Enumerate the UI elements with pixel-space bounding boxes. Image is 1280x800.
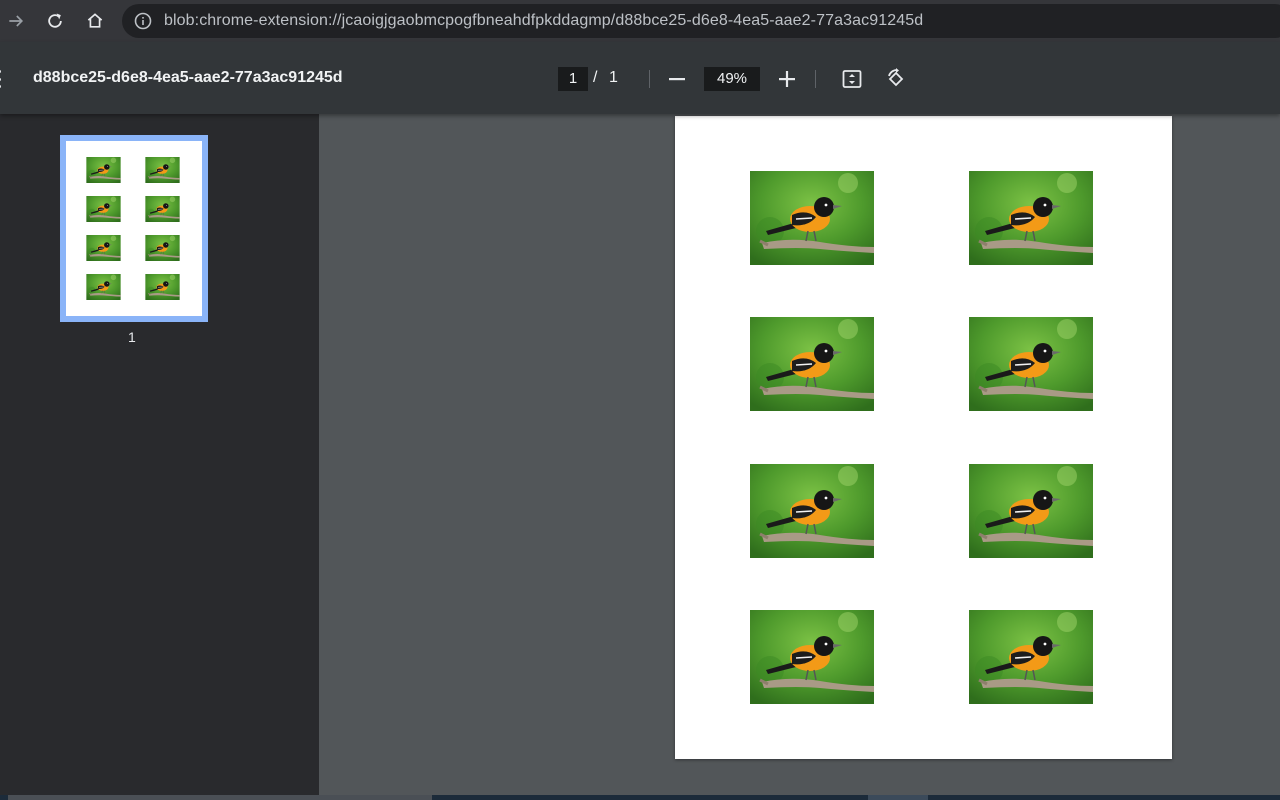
- page-total: 1: [609, 69, 618, 86]
- address-bar[interactable]: blob:chrome-extension://jcaoigjgaobmcpog…: [122, 4, 1280, 38]
- toolbar-divider: [649, 70, 650, 88]
- zoom-input[interactable]: 49%: [704, 67, 760, 91]
- rotate-icon: [888, 68, 904, 87]
- taskbar-edge: [0, 795, 1280, 800]
- thumbnail-image: [145, 274, 180, 300]
- zoom-in-button[interactable]: [771, 63, 803, 95]
- zoom-in-icon: [779, 71, 795, 87]
- url-text: blob:chrome-extension://jcaoigjgaobmcpog…: [164, 12, 924, 29]
- home-icon[interactable]: [79, 5, 111, 37]
- thumbnail-image: [86, 274, 121, 300]
- thumbnail-image: [145, 235, 180, 261]
- thumbnail-image: [86, 196, 121, 222]
- oriole-photo: [969, 317, 1093, 411]
- oriole-photo: [750, 171, 874, 265]
- pdf-toolbar: d88bce25-d6e8-4ea5-aae2-77a3ac91245d 1 /…: [0, 42, 1280, 114]
- site-info-icon[interactable]: [134, 12, 152, 30]
- rotate-button[interactable]: [880, 63, 912, 95]
- thumbnail-sidebar: 1: [0, 114, 319, 800]
- fit-to-page-icon: [842, 70, 862, 88]
- oriole-photo: [750, 464, 874, 558]
- thumbnail-image: [86, 157, 121, 183]
- oriole-photo: [969, 171, 1093, 265]
- browser-toolbar: blob:chrome-extension://jcaoigjgaobmcpog…: [0, 0, 1280, 42]
- forward-icon[interactable]: [0, 5, 32, 37]
- thumbnail-image: [86, 235, 121, 261]
- reload-icon[interactable]: [39, 5, 71, 37]
- taskbar-segment: [868, 795, 928, 800]
- page-number-input[interactable]: 1: [558, 67, 588, 91]
- taskbar-segment: [8, 795, 432, 800]
- oriole-photo: [969, 464, 1093, 558]
- pdf-viewer[interactable]: [319, 114, 1280, 800]
- oriole-photo: [969, 610, 1093, 704]
- oriole-photo: [750, 610, 874, 704]
- zoom-out-icon: [669, 78, 685, 81]
- fit-to-page-button[interactable]: [836, 63, 868, 95]
- thumbnail-image: [145, 157, 180, 183]
- oriole-photo: [750, 317, 874, 411]
- thumbnail-image: [145, 196, 180, 222]
- pdf-page: [675, 116, 1172, 759]
- thumbnail-label: 1: [128, 329, 136, 345]
- toolbar-divider: [815, 70, 816, 88]
- menu-icon[interactable]: [0, 70, 2, 88]
- thumbnail-page: [66, 141, 202, 316]
- zoom-out-button[interactable]: [661, 63, 693, 95]
- page-thumbnail[interactable]: [60, 135, 208, 322]
- page-separator: /: [593, 69, 598, 86]
- document-title: d88bce25-d6e8-4ea5-aae2-77a3ac91245d: [33, 69, 343, 86]
